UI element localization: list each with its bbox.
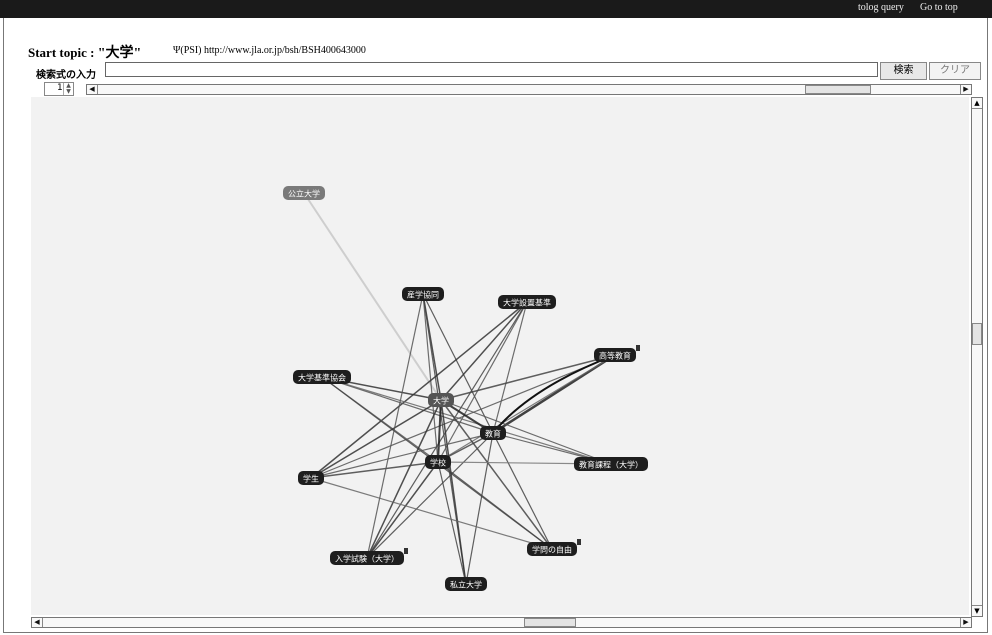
graph-node-jiyu[interactable]: 学問の自由 xyxy=(527,539,581,556)
top-horizontal-scrollbar[interactable]: ◀ ▶ xyxy=(86,84,972,95)
depth-stepper[interactable]: 1 ▲ ▼ xyxy=(44,82,74,96)
node-label: 学問の自由 xyxy=(532,545,572,555)
go-to-top-link[interactable]: Go to top xyxy=(920,2,958,13)
clear-button[interactable]: クリア xyxy=(929,62,981,80)
search-button[interactable]: 検索 xyxy=(880,62,927,80)
node-label: 学校 xyxy=(430,458,446,468)
topic-graph[interactable]: 公立大学産学協同大学設置基準高等教育大学基準協会大学教育学校 教育課程（大学） 学生… xyxy=(31,97,969,615)
graph-node-koritsu[interactable]: 公立大学 xyxy=(283,186,325,200)
node-label: 大学基準協会 xyxy=(298,373,346,383)
graph-node-kyoiku[interactable]: 教育 xyxy=(480,426,506,440)
graph-edge xyxy=(310,399,442,479)
graph-node-gakusei[interactable]: 学生 xyxy=(298,471,324,485)
graph-node-koto[interactable]: 高等教育 xyxy=(594,345,640,362)
stepper-arrows-icon[interactable]: ▲ ▼ xyxy=(63,83,73,95)
node-label: 大学 xyxy=(433,396,449,406)
node-label: 入学試験（大学） xyxy=(335,554,399,564)
scroll-right-icon[interactable]: ▶ xyxy=(960,618,971,627)
depth-value: 1 xyxy=(57,83,63,93)
query-input[interactable] xyxy=(105,62,878,77)
node-label: 学生 xyxy=(303,474,319,484)
graph-node-katei[interactable]: 教育課程（大学） xyxy=(574,457,648,471)
graph-node-kijun[interactable]: 大学基準協会 xyxy=(293,370,351,384)
vertical-scrollbar[interactable]: ▲ ▼ xyxy=(971,97,983,617)
expand-marker-icon[interactable] xyxy=(577,539,581,545)
node-label: 公立大学 xyxy=(288,189,320,199)
query-label: 検索式の入力 xyxy=(36,70,96,81)
graph-node-secchi[interactable]: 大学設置基準 xyxy=(498,295,556,309)
expand-marker-icon[interactable] xyxy=(636,345,640,351)
graph-edge xyxy=(321,376,612,465)
graph-edge xyxy=(440,354,616,401)
psi-identifier: Ψ(PSI) http://www.jla.or.jp/bsh/BSH40064… xyxy=(173,45,366,56)
topic-map-canvas[interactable]: 公立大学産学協同大学設置基準高等教育大学基準協会大学教育学校 教育課程（大学） 学生… xyxy=(31,97,969,615)
bottom-horizontal-scrollbar[interactable]: ◀ ▶ xyxy=(31,617,972,628)
vertical-scroll-thumb[interactable] xyxy=(972,323,982,345)
scroll-thumb[interactable] xyxy=(805,85,871,94)
top-nav-bar: tolog query Go to top xyxy=(0,0,992,18)
graph-edges xyxy=(303,192,616,585)
node-label: 大学設置基準 xyxy=(503,298,551,308)
graph-edge xyxy=(492,432,553,550)
start-topic-prefix: Start topic : xyxy=(28,45,98,60)
scroll-left-icon[interactable]: ◀ xyxy=(32,618,43,627)
page-title: Start topic : "大学" xyxy=(28,42,141,62)
node-label: 私立大学 xyxy=(450,580,482,590)
scroll-right-icon[interactable]: ▶ xyxy=(960,85,971,94)
node-label: 高等教育 xyxy=(599,351,631,361)
graph-edge xyxy=(321,376,494,434)
graph-node-daigaku[interactable]: 大学 xyxy=(428,393,454,407)
start-topic-name: "大学" xyxy=(97,46,142,61)
scroll-thumb[interactable] xyxy=(524,618,576,627)
graph-node-sangaku[interactable]: 産学協同 xyxy=(402,287,444,301)
scroll-left-icon[interactable]: ◀ xyxy=(87,85,98,94)
graph-edge xyxy=(310,477,553,550)
expand-marker-icon[interactable] xyxy=(404,548,408,554)
scroll-down-icon[interactable]: ▼ xyxy=(972,605,982,616)
tolog-query-link[interactable]: tolog query xyxy=(858,2,904,13)
node-label: 教育課程（大学） xyxy=(579,460,643,470)
node-label: 産学協同 xyxy=(407,290,439,300)
graph-node-gakko[interactable]: 学校 xyxy=(425,455,451,469)
graph-node-shiritsu[interactable]: 私立大学 xyxy=(445,577,487,591)
scroll-up-icon[interactable]: ▲ xyxy=(972,98,982,109)
graph-edge xyxy=(440,399,612,465)
node-label: 教育 xyxy=(485,429,501,439)
